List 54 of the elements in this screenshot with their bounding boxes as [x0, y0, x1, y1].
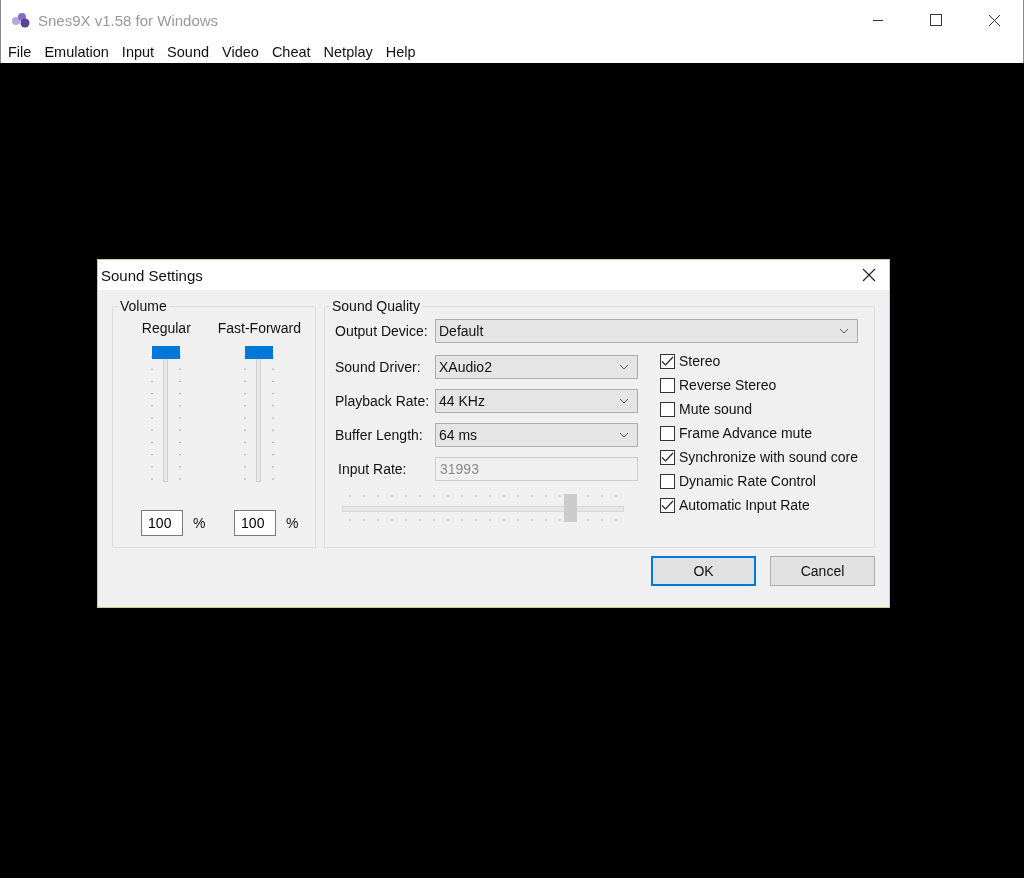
dialog-title: Sound Settings: [101, 266, 203, 284]
checkbox-option[interactable]: Dynamic Rate Control: [660, 472, 858, 491]
chevron-down-icon: [619, 398, 629, 404]
field-label: Sound Driver:: [335, 359, 422, 375]
field-label: Output Device:: [335, 323, 429, 339]
menu-item[interactable]: File: [8, 43, 32, 60]
dialog-button[interactable]: Cancel: [770, 556, 875, 586]
menu-item[interactable]: Video: [222, 43, 259, 60]
checkbox-option[interactable]: Synchronize with sound core: [660, 448, 858, 467]
input-rate-slider[interactable]: [342, 491, 624, 525]
window-title: Snes9X v1.58 for Windows: [38, 11, 219, 29]
close-icon: [862, 268, 876, 282]
checkbox[interactable]: [660, 426, 675, 441]
menu-item[interactable]: Netplay: [323, 43, 373, 60]
group-title: Volume: [118, 298, 169, 314]
checkbox[interactable]: [660, 498, 675, 513]
checkbox[interactable]: [660, 354, 675, 369]
slider-thumb[interactable]: [245, 346, 274, 359]
field-label: Playback Rate:: [335, 393, 431, 409]
dropdown[interactable]: 64 ms: [435, 423, 638, 447]
chevron-down-icon: [619, 364, 629, 370]
app-logo-icon: [10, 12, 32, 28]
checkbox[interactable]: [660, 402, 675, 417]
volume-input[interactable]: 100: [234, 510, 277, 536]
slider-label: Fast-Forward: [217, 319, 301, 337]
dropdown[interactable]: XAudio2: [435, 355, 638, 379]
percent-unit: %: [286, 515, 299, 531]
dropdown[interactable]: 44 KHz: [435, 389, 638, 413]
group-title: Sound Quality: [330, 298, 422, 314]
chevron-down-icon: [619, 432, 629, 438]
checkbox-option[interactable]: Reverse Stereo: [660, 376, 858, 395]
dialog-button[interactable]: OK: [651, 556, 756, 586]
maximize-icon: [930, 14, 942, 26]
menu-item[interactable]: Help: [385, 43, 416, 60]
slider-label: Regular: [141, 319, 191, 337]
field-label: Input Rate:: [337, 461, 408, 477]
checkbox-option[interactable]: Stereo: [660, 352, 858, 371]
menu-item[interactable]: Cheat: [271, 43, 311, 60]
chevron-down-icon: [839, 328, 849, 334]
checkbox[interactable]: [660, 474, 675, 489]
menu-item[interactable]: Sound: [167, 43, 210, 60]
checkbox-option[interactable]: Frame Advance mute: [660, 424, 858, 443]
checkbox-option[interactable]: Automatic Input Rate: [660, 496, 858, 515]
checkbox[interactable]: [660, 378, 675, 393]
slider-thumb[interactable]: [152, 346, 181, 359]
menu-item[interactable]: Emulation: [44, 43, 109, 60]
percent-unit: %: [193, 515, 206, 531]
field-label: Buffer Length:: [335, 427, 424, 443]
checkbox-option[interactable]: Mute sound: [660, 400, 858, 419]
output-device-dropdown[interactable]: Default: [435, 319, 858, 343]
close-icon: [987, 13, 1001, 27]
menu-item[interactable]: Input: [121, 43, 155, 60]
volume-input[interactable]: 100: [141, 510, 184, 536]
checkbox[interactable]: [660, 450, 675, 465]
